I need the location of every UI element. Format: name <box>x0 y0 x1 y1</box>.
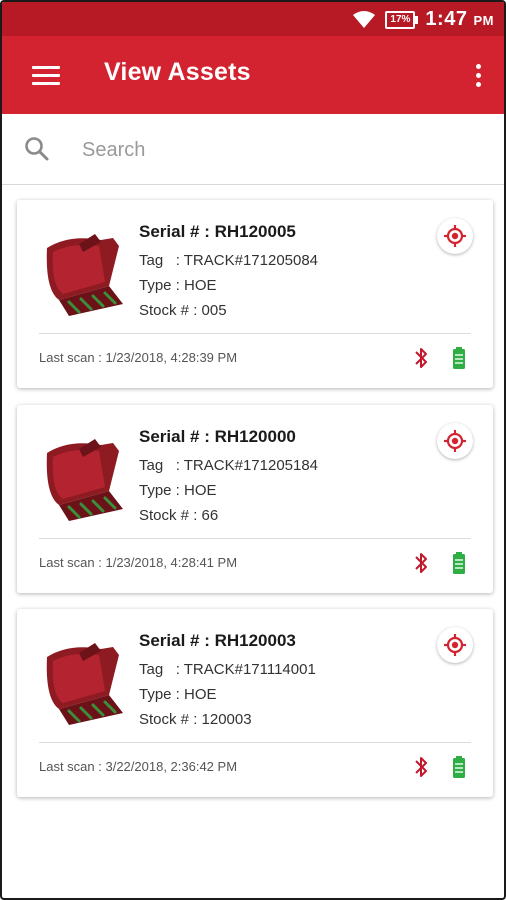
battery-full-icon <box>453 347 465 369</box>
bluetooth-icon <box>415 757 427 777</box>
status-bar: 17% 1:47 PM <box>2 2 504 36</box>
search-bar <box>2 114 504 185</box>
excavator-bucket-icon <box>46 643 123 725</box>
card-divider <box>39 742 471 743</box>
asset-tag-row: Tag : TRACK#171205184 <box>139 457 318 474</box>
battery-full-icon <box>453 756 465 778</box>
asset-card[interactable]: Serial # : RH120000 Tag : TRACK#17120518… <box>17 405 493 593</box>
asset-tag-label: Tag <box>139 252 164 269</box>
battery-percent: 17% <box>390 13 411 25</box>
asset-tag-value: : TRACK#171114001 <box>175 661 316 678</box>
bluetooth-icon <box>415 553 427 573</box>
asset-tag-label: Tag <box>139 457 164 474</box>
asset-card[interactable]: Serial # : RH120003 Tag : TRACK#17111400… <box>17 609 493 797</box>
asset-serial: Serial # : RH120000 <box>139 427 296 446</box>
hamburger-menu-icon[interactable] <box>32 66 60 86</box>
app-bar: View Assets <box>2 36 504 114</box>
asset-type: Type : HOE <box>139 277 217 294</box>
asset-type: Type : HOE <box>139 686 217 703</box>
excavator-bucket-icon <box>46 439 123 521</box>
last-scan-text: Last scan : 3/22/2018, 2:36:42 PM <box>39 759 238 774</box>
more-options-icon[interactable] <box>476 64 482 90</box>
asset-card[interactable]: Serial # : RH120005 Tag : TRACK#17120508… <box>17 200 493 388</box>
search-icon[interactable] <box>24 136 50 162</box>
asset-serial: Serial # : RH120005 <box>139 222 296 241</box>
gps-target-icon <box>444 225 466 247</box>
asset-tag-value: : TRACK#171205084 <box>175 252 319 269</box>
locate-button[interactable] <box>437 218 473 254</box>
locate-button[interactable] <box>437 423 473 459</box>
clock-time: 1:47 <box>425 8 468 30</box>
clock: 1:47 PM <box>425 8 494 31</box>
asset-stock: Stock # : 005 <box>139 302 227 319</box>
asset-tag-row: Tag : TRACK#171114001 <box>139 661 316 678</box>
last-scan-text: Last scan : 1/23/2018, 4:28:41 PM <box>39 555 238 570</box>
gps-target-icon <box>444 634 466 656</box>
wifi-icon <box>353 10 376 28</box>
asset-serial: Serial # : RH120003 <box>139 631 296 650</box>
battery-status-icon: 17% <box>385 10 419 29</box>
status-icons: 17% 1:47 PM <box>353 8 494 31</box>
gps-target-icon <box>444 430 466 452</box>
asset-stock: Stock # : 120003 <box>139 711 252 728</box>
asset-tag-value: : TRACK#171205184 <box>175 457 319 474</box>
clock-ampm: PM <box>473 13 494 28</box>
asset-stock: Stock # : 66 <box>139 507 219 524</box>
battery-full-icon <box>453 552 465 574</box>
asset-tag-label: Tag <box>139 661 164 678</box>
locate-button[interactable] <box>437 627 473 663</box>
asset-type: Type : HOE <box>139 482 217 499</box>
page-title: View Assets <box>104 58 251 86</box>
search-input[interactable] <box>80 134 464 166</box>
excavator-bucket-icon <box>46 234 123 316</box>
card-divider <box>39 333 471 334</box>
bluetooth-icon <box>415 348 427 368</box>
app-frame: 17% 1:47 PM View Assets Search Serial # … <box>0 0 506 900</box>
last-scan-text: Last scan : 1/23/2018, 4:28:39 PM <box>39 350 238 365</box>
asset-tag-row: Tag : TRACK#171205084 <box>139 252 318 269</box>
card-divider <box>39 538 471 539</box>
